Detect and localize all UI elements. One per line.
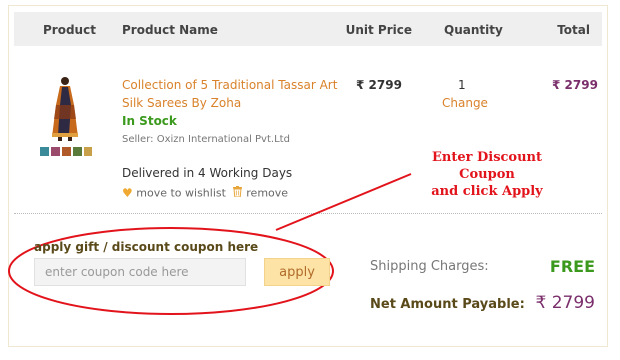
annotation-line-2: and click Apply: [431, 184, 543, 199]
annotation-line-1: Enter Discount Coupon: [431, 150, 543, 182]
annotation-callout: Enter Discount Coupon and click Apply: [402, 149, 572, 200]
apply-coupon-button[interactable]: apply: [264, 258, 330, 286]
shipping-value: FREE: [549, 257, 595, 276]
net-amount-label: Net Amount Payable:: [370, 297, 525, 312]
shipping-label: Shipping Charges:: [370, 259, 489, 274]
net-amount-value: ₹ 2799: [535, 293, 595, 313]
coupon-label: apply gift / discount coupon here: [34, 240, 259, 254]
coupon-code-input[interactable]: [34, 258, 246, 286]
annotation-arrow-line: [275, 173, 412, 231]
